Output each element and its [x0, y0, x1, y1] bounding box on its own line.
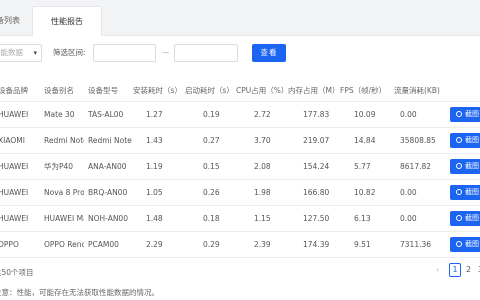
cell-model: BRQ-AN00 [88, 188, 128, 197]
screenshot-label: 截图 [465, 162, 479, 170]
cell-install-time: 1.05 [146, 188, 163, 197]
tab-performance-report[interactable]: 性能报告 [32, 6, 102, 36]
cell-brand: HUAWEI [0, 214, 29, 223]
header-alias: 设备别名 [44, 86, 74, 95]
cell-brand: XIAOMI [0, 136, 25, 145]
cell-memory: 154.24 [303, 162, 330, 171]
screenshot-label: 截图 [465, 188, 479, 196]
select-placeholder: 性能数据 [0, 48, 23, 57]
screenshot-label: 截图 [465, 110, 479, 118]
screenshot-button[interactable]: 截图 [450, 211, 480, 226]
table-row: HUAWEI Mate 30 TAS-AL00 1.27 0.19 2.72 177.83 1… [0, 102, 480, 128]
cell-cpu: 2.72 [254, 110, 271, 119]
cell-alias: Mate 30 [44, 110, 75, 119]
cell-traffic: 35808.85 [400, 136, 436, 145]
footer-note: 注意：性能，可能存在无法获取性能数据的情况。 [0, 288, 159, 297]
cell-model: ANA-AN00 [88, 162, 127, 171]
screenshot-label: 截图 [465, 240, 479, 248]
chevron-down-icon: ▾ [33, 49, 37, 57]
cell-launch-time: 0.29 [203, 240, 220, 249]
cell-memory: 177.83 [303, 110, 330, 119]
table-row: HUAWEI Nova 8 Pro BRQ-AN00 1.05 0.26 1.98 166.… [0, 180, 480, 206]
cell-install-time: 1.27 [146, 110, 163, 119]
tab-device-list[interactable]: 设备列表 [0, 6, 26, 36]
header-fps: FPS（帧/秒） [340, 86, 387, 95]
search-icon [456, 137, 462, 143]
range-separator: — [162, 48, 170, 57]
search-icon [456, 215, 462, 221]
cell-install-time: 1.48 [146, 214, 163, 223]
cell-memory: 174.39 [303, 240, 330, 249]
screenshot-button[interactable]: 截图 [450, 185, 480, 200]
cell-cpu: 2.39 [254, 240, 271, 249]
search-icon [456, 111, 462, 117]
cell-launch-time: 0.18 [203, 214, 220, 223]
cell-alias: Nova 8 Pro [44, 188, 84, 197]
cell-memory: 219.07 [303, 136, 330, 145]
header-brand: 设备品牌 [0, 86, 28, 95]
header-traffic: 流量消耗(KB) [394, 86, 440, 95]
tab-bar: 设备列表 性能报告 [0, 0, 480, 36]
screenshot-button[interactable]: 截图 [450, 159, 480, 174]
cell-model: TAS-AL00 [88, 110, 124, 119]
screenshot-button[interactable]: 截图 [450, 237, 480, 252]
cell-alias: Redmi Note 8 ... [44, 136, 84, 145]
cell-traffic: 0.00 [400, 110, 417, 119]
screenshot-label: 截图 [465, 136, 479, 144]
page-2-button[interactable]: 2 [466, 263, 471, 277]
cell-traffic: 0.00 [400, 214, 417, 223]
cell-traffic: 8617.82 [400, 162, 432, 171]
cell-brand: HUAWEI [0, 110, 29, 119]
range-end-input[interactable] [174, 44, 238, 62]
cell-launch-time: 0.15 [203, 162, 220, 171]
cell-launch-time: 0.19 [203, 110, 220, 119]
cell-install-time: 1.43 [146, 136, 163, 145]
prev-page-button[interactable]: ‹ [436, 263, 439, 277]
cell-cpu: 3.70 [254, 136, 271, 145]
cell-install-time: 1.19 [146, 162, 163, 171]
cell-cpu: 1.15 [254, 214, 271, 223]
header-cpu: CPU占用（%） [236, 86, 288, 95]
cell-memory: 166.80 [303, 188, 330, 197]
range-label: 筛选区间: [53, 48, 86, 57]
cell-alias: 华为P40 [44, 162, 74, 171]
page-1-button[interactable]: 1 [449, 263, 461, 277]
table-row: HUAWEI 华为P40 ANA-AN00 1.19 0.15 2.08 154.24 5.7… [0, 154, 480, 180]
screenshot-button[interactable]: 截图 [450, 107, 480, 122]
cell-launch-time: 0.27 [203, 136, 220, 145]
cell-alias: HUAWEI Mate ... [44, 214, 84, 223]
cell-cpu: 1.98 [254, 188, 271, 197]
screenshot-button[interactable]: 截图 [450, 133, 480, 148]
table-row: OPPO OPPO Reno PCAM00 2.29 0.29 2.39 174.39 9.5… [0, 232, 480, 258]
total-count: 共50个项目 [0, 268, 34, 277]
screenshot-label: 截图 [465, 214, 479, 222]
cell-launch-time: 0.26 [203, 188, 220, 197]
table-row: HUAWEI HUAWEI Mate ... NOH-AN00 1.48 0.18 1.1… [0, 206, 480, 232]
table-header-row: 设备品牌 设备别名 设备型号 安装耗时（s） 启动耗时（s） CPU占用（%） … [0, 80, 480, 102]
header-model: 设备型号 [88, 86, 118, 95]
cell-brand: HUAWEI [0, 188, 29, 197]
cell-model: NOH-AN00 [88, 214, 128, 223]
cell-model: Redmi Note 8 ... [88, 136, 132, 145]
table-row: XIAOMI Redmi Note 8 ... Redmi Note 8 ... 1.… [0, 128, 480, 154]
header-launch-time: 启动耗时（s） [185, 86, 233, 95]
cell-brand: OPPO [0, 240, 19, 249]
cell-brand: HUAWEI [0, 162, 29, 171]
data-type-select[interactable]: 性能数据 ▾ [0, 44, 42, 62]
cell-memory: 127.50 [303, 214, 330, 223]
cell-model: PCAM00 [88, 240, 119, 249]
header-install-time: 安装耗时（s） [133, 86, 181, 95]
cell-alias: OPPO Reno [44, 240, 84, 249]
search-icon [456, 163, 462, 169]
cell-traffic: 0.00 [400, 188, 417, 197]
cell-cpu: 2.08 [254, 162, 271, 171]
cell-install-time: 2.29 [146, 240, 163, 249]
search-icon [456, 241, 462, 247]
header-memory: 内存占用（M） [288, 86, 338, 95]
cell-traffic: 7311.36 [400, 240, 432, 249]
search-icon [456, 189, 462, 195]
query-button[interactable]: 查看 [252, 44, 286, 62]
range-start-input[interactable] [93, 44, 156, 62]
